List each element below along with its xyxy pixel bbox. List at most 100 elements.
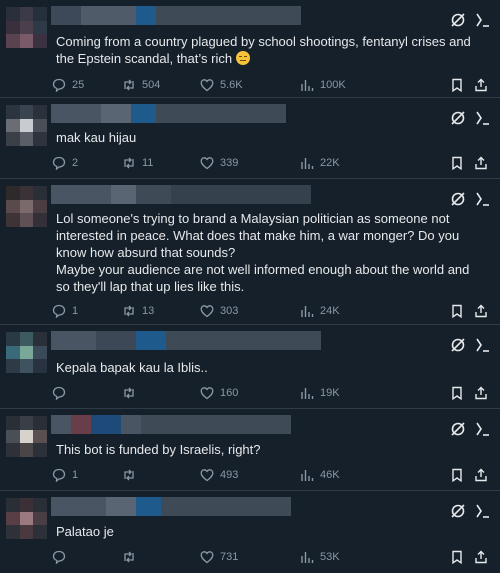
more-options-icon[interactable] <box>475 192 491 206</box>
reply-item[interactable]: Kepala bapak kau la Iblis.. 160 19K <box>0 325 500 409</box>
bookmark-button[interactable] <box>450 302 464 320</box>
reply-text: Coming from a country plagued by school … <box>56 34 471 66</box>
like-button[interactable]: 731 <box>200 548 238 566</box>
like-icon <box>200 79 214 92</box>
like-button[interactable]: 5.6K <box>200 76 243 94</box>
grok-icon[interactable] <box>450 12 466 28</box>
grok-icon[interactable] <box>450 337 466 353</box>
bookmark-button[interactable] <box>450 466 464 484</box>
reply-text: Kepala bapak kau la Iblis.. <box>56 360 208 375</box>
views-button[interactable]: 22K <box>300 154 340 172</box>
like-icon <box>200 387 214 400</box>
bookmark-button[interactable] <box>450 76 464 94</box>
bookmark-icon <box>452 78 462 92</box>
views-button[interactable]: 19K <box>300 384 340 402</box>
author-name-blurred[interactable] <box>51 415 291 434</box>
author-name-blurred[interactable] <box>51 331 321 350</box>
like-icon <box>200 469 214 482</box>
avatar[interactable] <box>6 105 47 146</box>
bookmark-button[interactable] <box>450 154 464 172</box>
action-bar: 731 53K <box>52 548 490 566</box>
grok-icon[interactable] <box>450 421 466 437</box>
reply-item[interactable]: Lol someone's trying to brand a Malaysia… <box>0 179 500 325</box>
reply-button[interactable]: 1 <box>52 466 78 484</box>
author-name-blurred[interactable] <box>51 104 286 123</box>
reply-item[interactable]: mak kau hijau 2 11 339 22K <box>0 98 500 179</box>
reply-button[interactable] <box>52 548 72 566</box>
like-button[interactable]: 160 <box>200 384 238 402</box>
share-button[interactable] <box>474 76 488 94</box>
grok-icon[interactable] <box>450 110 466 126</box>
author-name-blurred[interactable] <box>51 497 291 516</box>
more-options-icon[interactable] <box>475 111 491 125</box>
views-button[interactable]: 53K <box>300 548 340 566</box>
bookmark-icon <box>452 468 462 482</box>
share-button[interactable] <box>474 154 488 172</box>
reply-button[interactable]: 2 <box>52 154 78 172</box>
repost-icon <box>124 157 134 169</box>
avatar[interactable] <box>6 332 47 373</box>
repost-button[interactable]: 11 <box>122 154 153 172</box>
repost-button[interactable] <box>122 466 142 484</box>
views-button[interactable]: 46K <box>300 466 340 484</box>
share-icon <box>475 304 487 318</box>
like-count: 339 <box>220 157 239 169</box>
reply-text: mak kau hijau <box>56 130 137 145</box>
reply-item[interactable]: This bot is funded by Israelis, right? 1… <box>0 409 500 491</box>
views-count: 24K <box>320 305 340 317</box>
share-button[interactable] <box>474 302 488 320</box>
bookmark-button[interactable] <box>450 548 464 566</box>
share-button[interactable] <box>474 548 488 566</box>
like-button[interactable]: 303 <box>200 302 238 320</box>
more-options-icon[interactable] <box>475 422 491 436</box>
grok-icon[interactable] <box>450 503 466 519</box>
share-icon <box>475 156 487 170</box>
like-button[interactable]: 493 <box>200 466 238 484</box>
author-name-blurred[interactable] <box>51 185 311 204</box>
reply-text: Lol someone's trying to brand a Malaysia… <box>56 211 470 294</box>
reply-button[interactable]: 1 <box>52 302 78 320</box>
repost-icon <box>124 79 134 91</box>
bookmark-icon <box>452 386 462 400</box>
reply-item[interactable]: Palatao je 731 53K <box>0 491 500 573</box>
views-count: 53K <box>320 551 340 563</box>
author-name-blurred[interactable] <box>51 6 301 25</box>
repost-button[interactable]: 13 <box>122 302 154 320</box>
like-button[interactable]: 339 <box>200 154 238 172</box>
repost-icon <box>124 305 134 317</box>
share-button[interactable] <box>474 384 488 402</box>
reply-item[interactable]: Coming from a country plagued by school … <box>0 0 500 98</box>
unamused-face-emoji <box>235 51 250 65</box>
repost-button[interactable] <box>122 548 142 566</box>
avatar[interactable] <box>6 416 47 457</box>
like-count: 303 <box>220 305 239 317</box>
reply-icon <box>52 78 66 92</box>
more-options-icon[interactable] <box>475 504 491 518</box>
action-bar: 1 493 46K <box>52 466 490 484</box>
avatar[interactable] <box>6 7 47 48</box>
action-bar: 2 11 339 22K <box>52 154 490 172</box>
views-button[interactable]: 100K <box>300 76 346 94</box>
share-icon <box>475 78 487 92</box>
like-icon <box>200 305 214 318</box>
like-count: 5.6K <box>220 79 243 91</box>
more-options-icon[interactable] <box>475 13 491 27</box>
share-button[interactable] <box>474 466 488 484</box>
bookmark-icon <box>452 156 462 170</box>
repost-icon <box>124 387 134 399</box>
repost-button[interactable]: 504 <box>122 76 160 94</box>
grok-icon[interactable] <box>450 191 466 207</box>
repost-button[interactable] <box>122 384 142 402</box>
share-icon <box>475 550 487 564</box>
views-icon <box>301 470 314 481</box>
more-options-icon[interactable] <box>475 338 491 352</box>
replies-feed: Coming from a country plagued by school … <box>0 0 500 573</box>
reply-button[interactable]: 25 <box>52 76 84 94</box>
bookmark-button[interactable] <box>450 384 464 402</box>
views-count: 46K <box>320 469 340 481</box>
avatar[interactable] <box>6 186 47 227</box>
views-button[interactable]: 24K <box>300 302 340 320</box>
avatar[interactable] <box>6 498 47 539</box>
reply-button[interactable] <box>52 384 72 402</box>
views-icon <box>301 388 314 399</box>
